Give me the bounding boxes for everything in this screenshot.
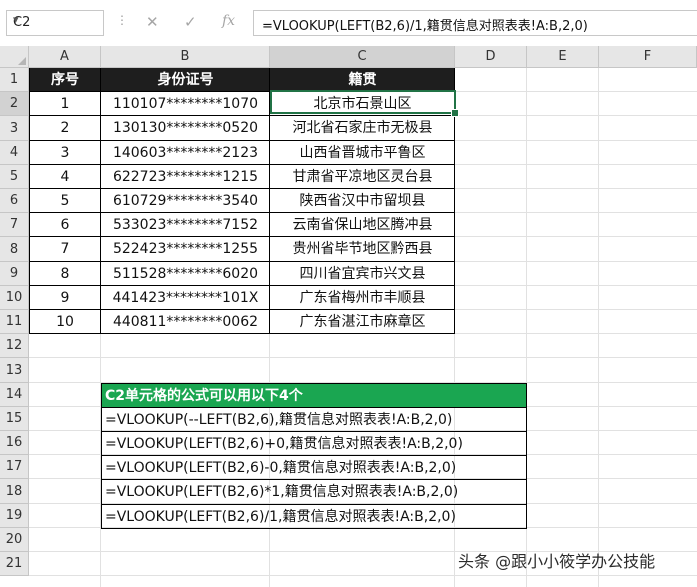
column-header-a[interactable]: A bbox=[29, 46, 101, 68]
formula-buttons: ✕ ✓ fx bbox=[132, 10, 250, 36]
row-header-6[interactable]: 6 bbox=[0, 189, 29, 213]
row-header-17[interactable]: 17 bbox=[0, 455, 29, 479]
table-border bbox=[29, 236, 455, 237]
select-all-corner[interactable] bbox=[0, 46, 29, 68]
row-header-9[interactable]: 9 bbox=[0, 262, 29, 286]
formula-box-title: C2单元格的公式可以用以下4个 bbox=[101, 383, 527, 408]
row-header-5[interactable]: 5 bbox=[0, 165, 29, 189]
selected-cell-c2[interactable] bbox=[270, 90, 456, 114]
row-header-7[interactable]: 7 bbox=[0, 213, 29, 237]
table-border bbox=[29, 115, 455, 116]
watermark-text: 头条 @跟小小筱学办公技能 bbox=[458, 552, 656, 571]
table-cell[interactable]: 广东省梅州市丰顺县 bbox=[270, 286, 455, 310]
table-cell[interactable]: 110107********1070 bbox=[101, 92, 270, 116]
insert-function-icon[interactable]: fx bbox=[222, 13, 235, 29]
table-cell[interactable]: 四川省宜宾市兴文县 bbox=[270, 262, 455, 286]
table-cell[interactable]: 陕西省汉中市留坝县 bbox=[270, 189, 455, 213]
table-cell[interactable]: 10 bbox=[29, 310, 101, 334]
table-cell[interactable]: 441423********101X bbox=[101, 286, 270, 310]
table-cell[interactable]: 511528********6020 bbox=[101, 262, 270, 286]
formula-text: =VLOOKUP(LEFT(B2,6)/1,籍贯信息对照表表!A:B,2,0) bbox=[262, 19, 588, 34]
row-header-13[interactable]: 13 bbox=[0, 358, 29, 383]
column-header-f[interactable]: F bbox=[599, 46, 697, 68]
table-cell[interactable]: 610729********3540 bbox=[101, 189, 270, 213]
row-header-10[interactable]: 10 bbox=[0, 286, 29, 310]
column-header-b[interactable]: B bbox=[101, 46, 270, 68]
table-cell[interactable]: 440811********0062 bbox=[101, 310, 270, 334]
table-cell[interactable]: 7 bbox=[29, 237, 101, 262]
table-cell[interactable]: 9 bbox=[29, 286, 101, 310]
formula-option[interactable]: =VLOOKUP(LEFT(B2,6)/1,籍贯信息对照表表!A:B,2,0) bbox=[101, 504, 527, 529]
row-header-16[interactable]: 16 bbox=[0, 431, 29, 455]
column-header-e[interactable]: E bbox=[527, 46, 599, 68]
table-cell[interactable]: 河北省石家庄市无极县 bbox=[270, 116, 455, 141]
row-header-15[interactable]: 15 bbox=[0, 407, 29, 431]
row-header-19[interactable]: 19 bbox=[0, 504, 29, 528]
table-border bbox=[29, 68, 30, 334]
table-cell[interactable]: 2 bbox=[29, 116, 101, 141]
table-border bbox=[29, 164, 455, 165]
column-header-c[interactable]: C bbox=[270, 46, 455, 68]
enter-icon[interactable]: ✓ bbox=[184, 13, 197, 31]
formula-option[interactable]: =VLOOKUP(LEFT(B2,6)*1,籍贯信息对照表表!A:B,2,0) bbox=[101, 479, 527, 505]
table-cell[interactable]: 1 bbox=[29, 92, 101, 116]
table-cell[interactable]: 522423********1255 bbox=[101, 237, 270, 262]
row-header-4[interactable]: 4 bbox=[0, 141, 29, 165]
table-border bbox=[29, 261, 455, 262]
table-cell[interactable]: 广东省湛江市麻章区 bbox=[270, 310, 455, 334]
formula-option[interactable]: =VLOOKUP(LEFT(B2,6)-0,籍贯信息对照表表!A:B,2,0) bbox=[101, 455, 527, 480]
row-header-1[interactable]: 1 bbox=[0, 68, 29, 92]
table-cell[interactable]: 622723********1215 bbox=[101, 165, 270, 189]
table-cell[interactable]: 130130********0520 bbox=[101, 116, 270, 141]
column-header-d[interactable]: D bbox=[455, 46, 527, 68]
table-border bbox=[100, 68, 101, 334]
name-box[interactable]: C2 ▾ bbox=[6, 10, 104, 36]
table-border bbox=[29, 188, 455, 189]
table-border bbox=[29, 333, 455, 334]
row-header-18[interactable]: 18 bbox=[0, 479, 29, 504]
gridline-horizontal bbox=[29, 575, 697, 576]
row-header-3[interactable]: 3 bbox=[0, 116, 29, 141]
table-cell[interactable]: 533023********7152 bbox=[101, 213, 270, 237]
row-header-21[interactable]: 21 bbox=[0, 552, 29, 576]
gridline-horizontal bbox=[29, 357, 697, 358]
table-border bbox=[29, 140, 455, 141]
table-header-cell: 身份证号 bbox=[101, 68, 270, 92]
fill-handle[interactable] bbox=[451, 109, 459, 117]
table-border bbox=[29, 285, 455, 286]
table-border bbox=[29, 309, 455, 310]
more-icon: ⋮ bbox=[116, 13, 129, 27]
table-header-cell: 序号 bbox=[29, 68, 101, 92]
formula-bar-area: C2 ▾ ⋮ ✕ ✓ fx =VLOOKUP(LEFT(B2,6)/1,籍贯信息… bbox=[0, 0, 697, 46]
formula-input[interactable]: =VLOOKUP(LEFT(B2,6)/1,籍贯信息对照表表!A:B,2,0) bbox=[254, 10, 697, 36]
table-cell[interactable]: 甘肃省平凉地区灵台县 bbox=[270, 165, 455, 189]
gridline-vertical bbox=[598, 68, 599, 587]
cancel-icon[interactable]: ✕ bbox=[146, 13, 159, 31]
chevron-down-icon[interactable]: ▾ bbox=[13, 13, 99, 26]
table-cell[interactable]: 山西省晋城市平鲁区 bbox=[270, 141, 455, 165]
table-cell[interactable]: 6 bbox=[29, 213, 101, 237]
table-cell[interactable]: 4 bbox=[29, 165, 101, 189]
table-cell[interactable]: 8 bbox=[29, 262, 101, 286]
table-cell[interactable]: 3 bbox=[29, 141, 101, 165]
table-cell[interactable]: 5 bbox=[29, 189, 101, 213]
table-border bbox=[29, 212, 455, 213]
row-header-8[interactable]: 8 bbox=[0, 237, 29, 262]
formula-option[interactable]: =VLOOKUP(LEFT(B2,6)+0,籍贯信息对照表表!A:B,2,0) bbox=[101, 431, 527, 456]
table-cell[interactable]: 140603********2123 bbox=[101, 141, 270, 165]
table-cell[interactable]: 云南省保山地区腾冲县 bbox=[270, 213, 455, 237]
formula-option[interactable]: =VLOOKUP(--LEFT(B2,6),籍贯信息对照表表!A:B,2,0) bbox=[101, 407, 527, 432]
row-header-20[interactable]: 20 bbox=[0, 528, 29, 552]
row-header-14[interactable]: 14 bbox=[0, 383, 29, 407]
table-cell[interactable]: 贵州省毕节地区黔西县 bbox=[270, 237, 455, 262]
row-header-2[interactable]: 2 bbox=[0, 92, 29, 116]
row-header-12[interactable]: 12 bbox=[0, 334, 29, 358]
table-header-cell: 籍贯 bbox=[270, 68, 455, 92]
row-header-11[interactable]: 11 bbox=[0, 310, 29, 334]
